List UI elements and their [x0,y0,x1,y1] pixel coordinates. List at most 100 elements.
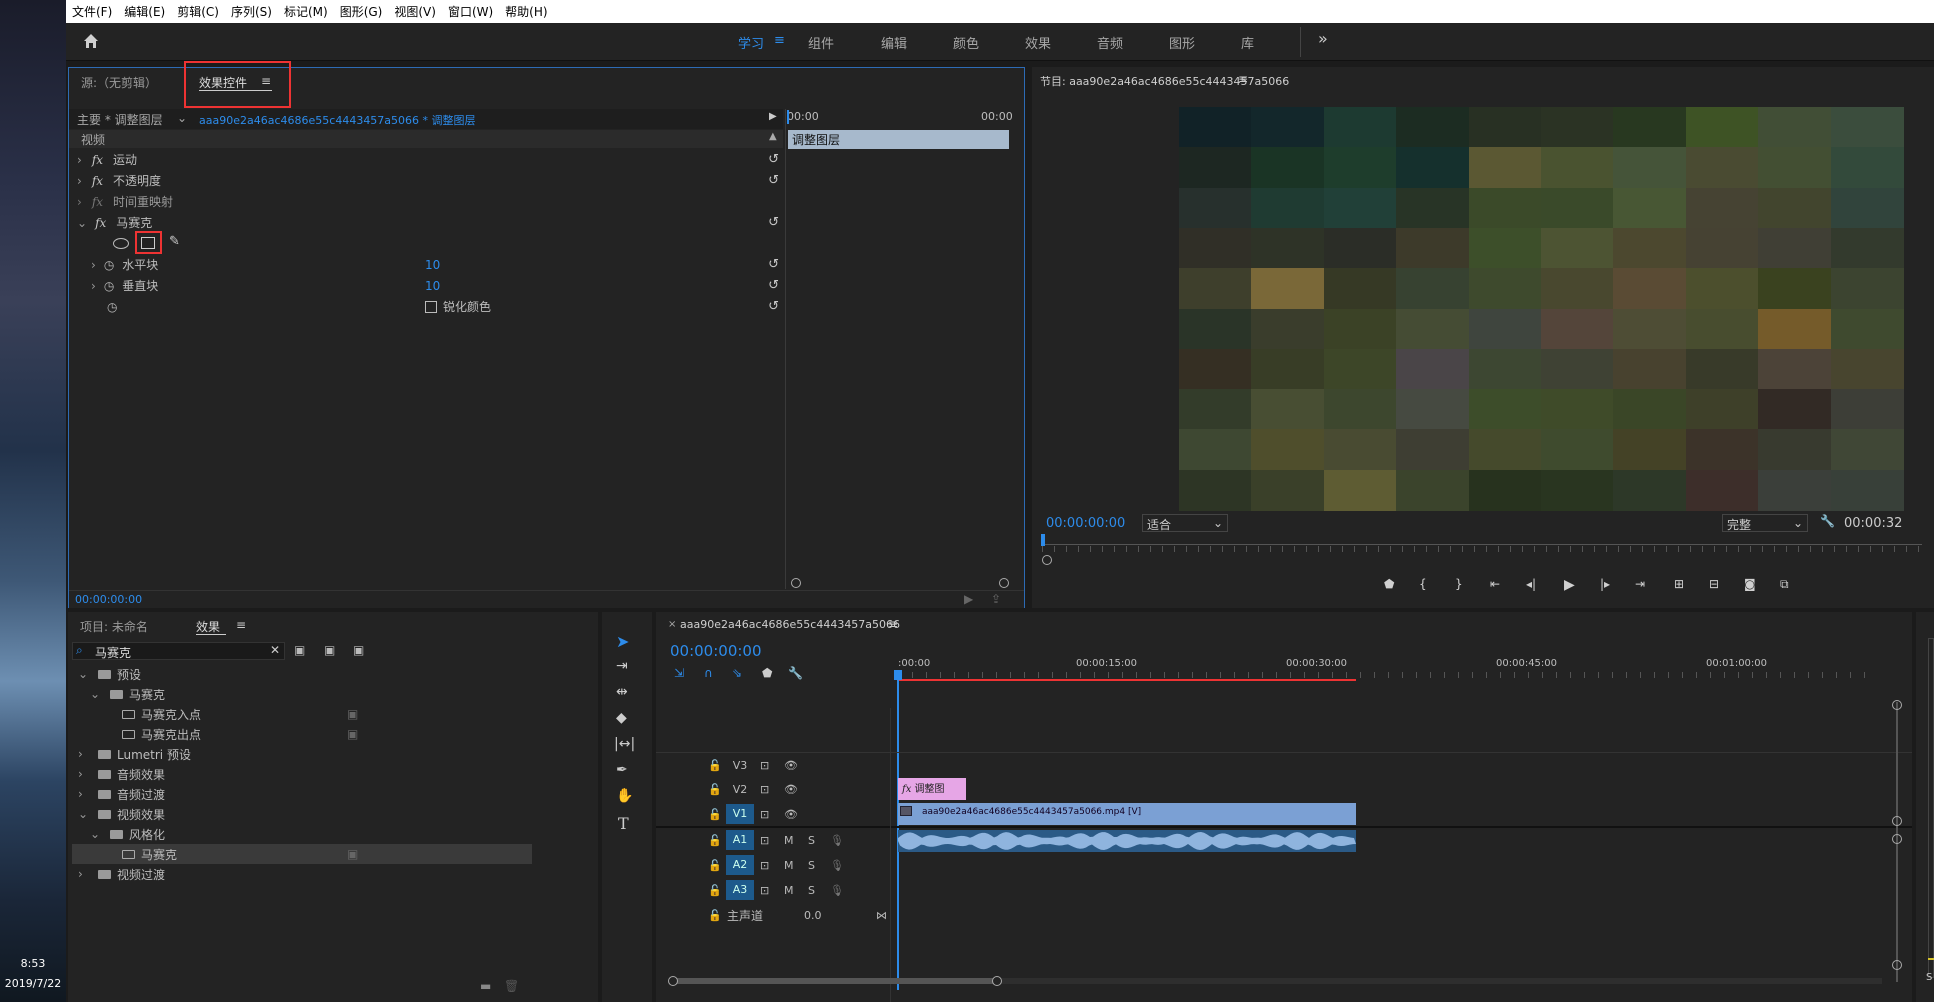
audio-play-icon[interactable]: ▶ [964,592,973,606]
more-workspaces-icon[interactable]: » [1318,29,1328,48]
panel-menu-icon[interactable]: ≡ [888,617,898,631]
sharpen-checkbox[interactable] [425,301,437,313]
snap-icon[interactable]: ∩ [704,666,713,680]
video-preview[interactable] [1179,107,1904,511]
param-row-sharpen[interactable]: ◷ 锐化颜色 ↺ [69,296,783,317]
reset-icon[interactable]: ↺ [768,173,779,188]
master-label[interactable]: 主要 * 调整图层 [77,111,163,128]
tab-source[interactable]: 源:（无剪辑） [81,74,157,91]
effects-tree-item[interactable]: ⌄ 视频效果 [72,804,532,824]
mark-in-icon[interactable]: { [1419,577,1427,591]
ec-clip-bar[interactable]: 调整图层 [788,130,1009,149]
reset-icon[interactable]: ↺ [768,215,779,230]
step-back-icon[interactable]: ◂| [1526,577,1536,591]
mark-out-icon[interactable]: } [1455,577,1463,591]
menu-help[interactable]: 帮助(H) [505,3,547,20]
menu-clip[interactable]: 剪辑(C) [177,3,219,20]
work-area-bar[interactable] [898,679,1356,681]
zoom-handle[interactable] [992,976,1002,986]
chevron-icon[interactable]: ⌄ [78,667,90,681]
scroll-thumb[interactable] [672,978,998,984]
stopwatch-icon[interactable]: ◷ [104,279,114,293]
master-volume[interactable]: 0.0 [804,909,822,922]
tab-project[interactable]: 项目: 未命名 [80,618,148,635]
hand-tool-icon[interactable]: ✋ [616,788,633,804]
eye-icon[interactable]: 👁 [784,759,798,772]
zoom-handle[interactable] [668,976,678,986]
ec-playhead[interactable] [787,110,789,124]
accelerated-effects-icon[interactable]: ▣ [294,643,305,657]
scroll-handle[interactable] [1892,816,1902,826]
effects-tree-item[interactable]: › 视频过渡 [72,864,532,884]
play-icon[interactable]: ▶ [1564,577,1575,593]
linked-select-icon[interactable]: ⇘ [732,666,742,680]
track-v3[interactable]: 🔓 V3 ⊡ 👁 [656,753,890,777]
effect-row-opacity[interactable]: › fx 不透明度 ↺ [69,170,783,191]
eye-icon[interactable]: 👁 [784,783,798,796]
lock-icon[interactable]: 🔓 [708,859,722,872]
audio-clip[interactable] [898,830,1356,852]
menu-marker[interactable]: 标记(M) [284,3,328,20]
eye-icon[interactable]: 👁 [784,808,798,821]
extract-icon[interactable]: ⊟ [1709,577,1719,591]
comparison-view-icon[interactable]: ⧉ [1780,577,1789,592]
effects-tree-item[interactable]: 马赛克出点 ▣ [72,724,532,744]
panel-menu-icon[interactable]: ≡ [236,618,246,632]
effects-tree-item[interactable]: ⌄ 预设 [72,664,532,684]
sync-lock-icon[interactable]: ⊡ [760,783,769,796]
nest-icon[interactable]: ⇲ [674,666,684,680]
sync-lock-icon[interactable]: ⊡ [760,808,769,821]
play-only-icon[interactable]: ▶ [769,111,777,122]
mute-button[interactable]: M [784,884,794,897]
solo-button[interactable]: S [808,859,815,872]
effects-tree-item[interactable]: ⌄ 马赛克 [72,684,532,704]
reset-icon[interactable]: ↺ [768,299,779,314]
export-frame-icon[interactable]: ◙ [1744,577,1756,591]
menu-window[interactable]: 窗口(W) [448,3,493,20]
new-bin-icon[interactable]: ▬ [480,979,491,993]
track-select-tool-icon[interactable]: ⇥ [616,658,628,674]
tab-libraries[interactable]: 库 [1241,33,1254,52]
pen-mask-icon[interactable]: ✎ [169,234,180,249]
effects-tree-item[interactable]: ⌄ 风格化 [72,824,532,844]
menu-file[interactable]: 文件(F) [72,3,112,20]
param-value[interactable]: 10 [425,258,440,272]
chevron-icon[interactable]: › [78,867,90,881]
sync-lock-icon[interactable]: ⊡ [760,884,769,897]
effects-search-input[interactable]: ⌕ 马赛克 ✕ [72,642,285,660]
effect-row-time-remap[interactable]: › fx 时间重映射 [69,191,783,212]
lock-icon[interactable]: 🔓 [708,808,722,821]
mute-button[interactable]: M [784,834,794,847]
zoom-handle[interactable] [791,578,801,588]
sync-lock-icon[interactable]: ⊡ [760,759,769,772]
add-marker-icon[interactable]: ⬟ [1384,577,1394,591]
track-v1[interactable]: 🔓 V1 ⊡ 👁 [656,802,890,826]
meter-solo-left[interactable]: S [1926,972,1932,983]
tab-learning[interactable]: 学习 [738,33,764,52]
param-row-horizontal-blocks[interactable]: › ◷ 水平块 10 ↺ [69,254,783,275]
zoom-handle[interactable] [999,578,1009,588]
solo-button[interactable]: S [808,834,815,847]
ripple-edit-tool-icon[interactable]: ⇹ [616,684,628,700]
chevron-icon[interactable]: › [78,787,90,801]
type-tool-icon[interactable]: T [618,814,629,833]
reset-icon[interactable]: ↺ [768,278,779,293]
go-to-out-icon[interactable]: ⇥ [1635,577,1645,591]
tab-editing[interactable]: 编辑 [881,33,907,52]
tab-graphics[interactable]: 图形 [1169,33,1195,52]
effects-tree-item[interactable]: › Lumetri 预设 [72,744,532,764]
track-master[interactable]: 🔓 主声道 0.0 ⋈ [656,903,890,927]
chevron-icon[interactable]: ⌄ [78,807,90,821]
chevron-icon[interactable]: › [78,767,90,781]
zoom-handle[interactable] [1042,555,1052,565]
stopwatch-icon[interactable]: ◷ [107,300,117,314]
chevron-down-icon[interactable]: ⌄ [177,111,187,125]
add-marker-icon[interactable]: ⬟ [762,666,772,680]
effects-tree-item[interactable]: › 音频效果 [72,764,532,784]
param-row-vertical-blocks[interactable]: › ◷ 垂直块 10 ↺ [69,275,783,296]
chevron-icon[interactable]: ⌄ [90,687,102,701]
export-icon[interactable]: ⇪ [991,592,1001,606]
track-a1[interactable]: 🔓 A1 ⊡ M S 🎙 [656,828,890,852]
workspace-menu-icon[interactable]: ≡ [774,33,785,48]
sequence-tab[interactable]: aaa90e2a46ac4686e55c4443457a5066 [680,618,900,631]
